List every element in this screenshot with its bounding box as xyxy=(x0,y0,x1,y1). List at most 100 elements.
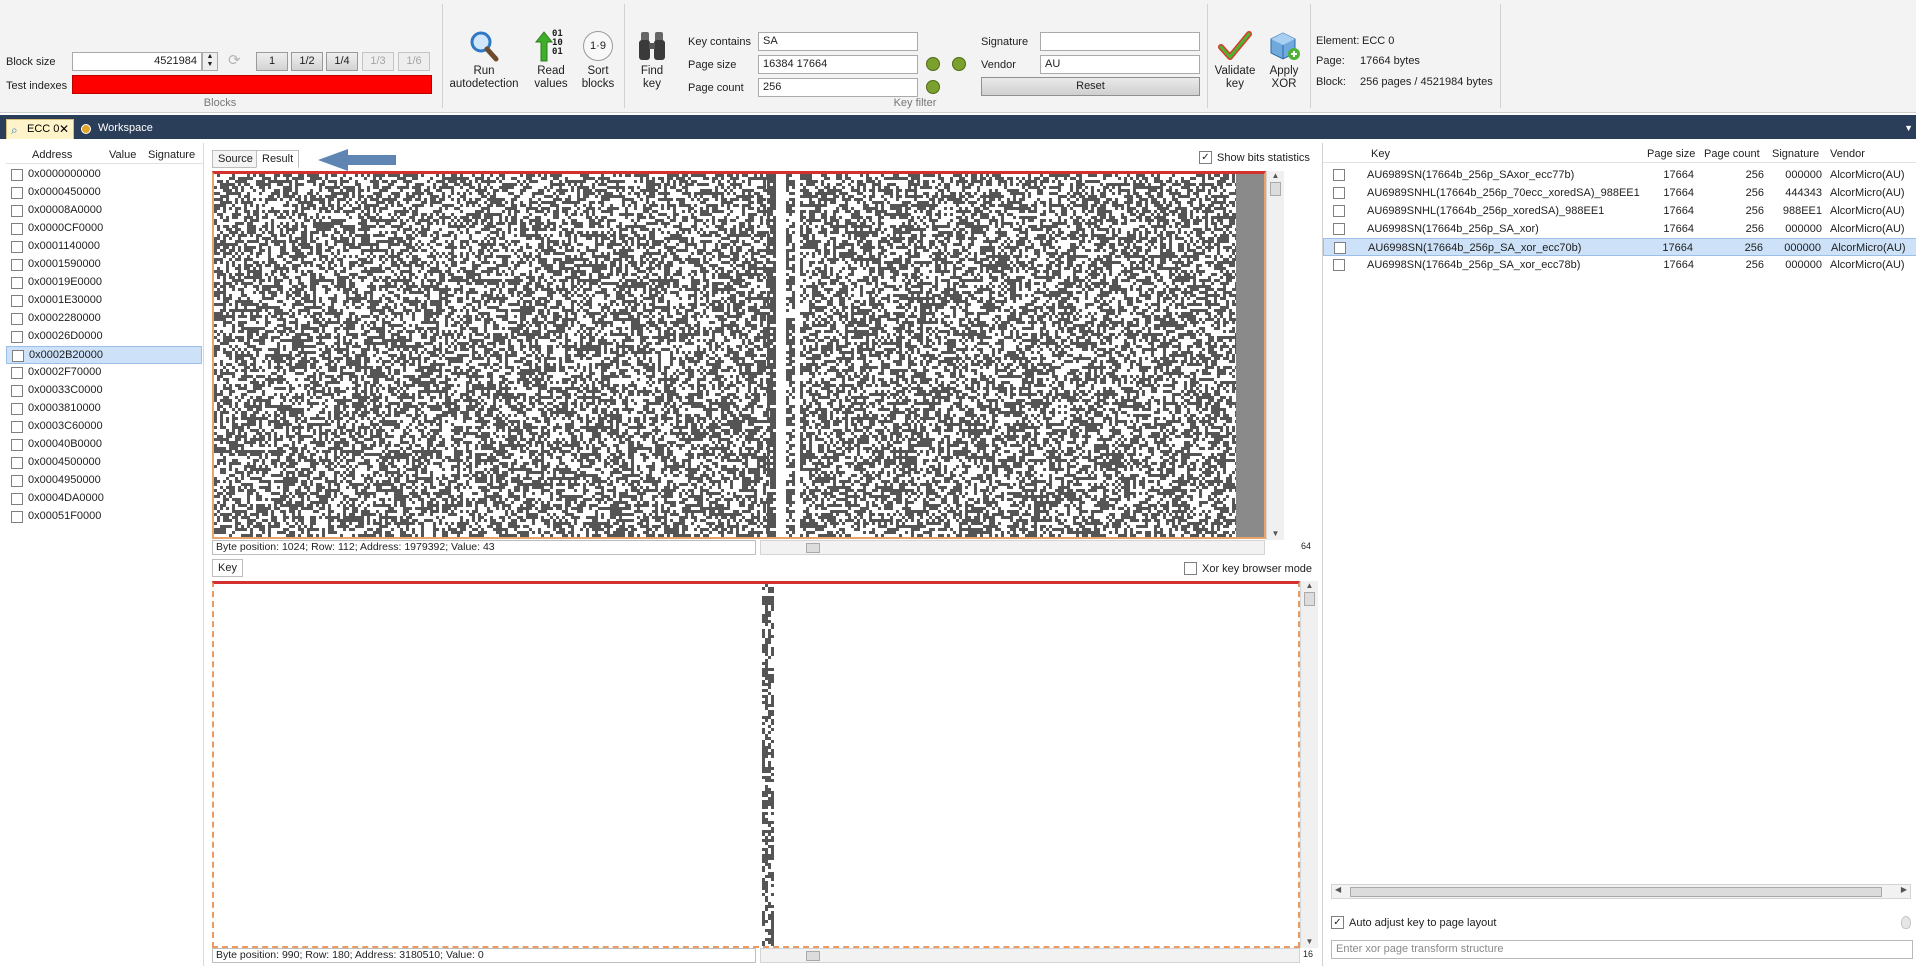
address-row[interactable]: 0x00026D0000 xyxy=(6,328,202,346)
scroll-up-icon[interactable]: ▲ xyxy=(1301,581,1318,590)
vendor-input[interactable]: AU xyxy=(1040,55,1200,74)
row-checkbox[interactable] xyxy=(11,457,23,469)
apply-xor-button[interactable]: Apply XOR xyxy=(1262,30,1306,91)
address-row[interactable]: 0x00051F0000 xyxy=(6,508,202,526)
tab-key[interactable]: Key xyxy=(212,559,243,577)
key-row[interactable]: AU6989SNHL(17664b_256p_xoredSA)_988EE1 17… xyxy=(1323,202,1916,220)
address-row[interactable]: 0x0000000000 xyxy=(6,166,202,184)
auto-adjust-checkbox[interactable]: ✓ xyxy=(1331,916,1344,929)
row-checkbox[interactable] xyxy=(11,169,23,181)
row-checkbox[interactable] xyxy=(1333,187,1345,199)
address-row[interactable]: 0x0002B20000 xyxy=(6,346,202,364)
xor-transform-input[interactable]: Enter xor page transform structure xyxy=(1331,940,1913,959)
scroll-up-icon[interactable]: ▲ xyxy=(1267,171,1284,180)
key-list-horizontal-scrollbar[interactable]: ◀ ▶ xyxy=(1331,884,1911,899)
block-size-input[interactable]: 4521984 xyxy=(72,52,202,71)
column-header-address[interactable]: Address xyxy=(32,149,72,161)
block-size-spinner[interactable]: ▲ ▼ xyxy=(202,52,218,71)
row-checkbox[interactable] xyxy=(1333,169,1345,181)
row-checkbox[interactable] xyxy=(11,493,23,505)
tab-result[interactable]: Result xyxy=(256,150,300,168)
address-row[interactable]: 0x0004500000 xyxy=(6,454,202,472)
row-checkbox[interactable] xyxy=(1333,259,1345,271)
step-button-sixth[interactable]: 1/6 xyxy=(398,52,430,71)
scroll-right-icon[interactable]: ▶ xyxy=(1901,885,1907,894)
row-checkbox[interactable] xyxy=(11,421,23,433)
find-key-button[interactable]: Find key xyxy=(630,30,674,91)
key-row[interactable]: AU6989SN(17664b_256p_SAxor_ecc77b) 17664 2… xyxy=(1323,166,1916,184)
page-count-input[interactable]: 256 xyxy=(758,78,918,97)
step-button-quarter[interactable]: 1/4 xyxy=(326,52,358,71)
address-row[interactable]: 0x00019E0000 xyxy=(6,274,202,292)
row-checkbox[interactable] xyxy=(1333,223,1345,235)
run-autodetection-button[interactable]: Run autodetection xyxy=(448,30,520,91)
result-vertical-scrollbar[interactable]: ▲ ▼ xyxy=(1266,171,1284,540)
row-checkbox[interactable] xyxy=(11,241,23,253)
show-bits-checkbox[interactable]: ✓ xyxy=(1199,151,1212,164)
row-checkbox[interactable] xyxy=(11,439,23,451)
tab-source[interactable]: Source xyxy=(212,150,259,168)
row-checkbox[interactable] xyxy=(11,313,23,325)
bug-icon[interactable] xyxy=(952,57,966,71)
row-checkbox[interactable] xyxy=(11,277,23,289)
address-row[interactable]: 0x00040B0000 xyxy=(6,436,202,454)
row-checkbox[interactable] xyxy=(11,205,23,217)
signature-input[interactable] xyxy=(1040,32,1200,51)
row-checkbox[interactable] xyxy=(12,350,24,362)
scroll-left-icon[interactable]: ◀ xyxy=(1335,885,1341,894)
address-row[interactable]: 0x0003C60000 xyxy=(6,418,202,436)
address-row[interactable]: 0x0004950000 xyxy=(6,472,202,490)
address-row[interactable]: 0x0004DA0000 xyxy=(6,490,202,508)
address-row[interactable]: 0x0000CF0000 xyxy=(6,220,202,238)
refresh-icon[interactable]: ⟳ xyxy=(228,53,244,69)
validate-key-button[interactable]: Validate key xyxy=(1210,30,1260,91)
row-checkbox[interactable] xyxy=(1334,242,1346,254)
row-checkbox[interactable] xyxy=(11,475,23,487)
dropdown-arrow-icon[interactable]: ▼ xyxy=(1904,123,1913,133)
step-button-1[interactable]: 1 xyxy=(256,52,288,71)
step-button-half[interactable]: 1/2 xyxy=(291,52,323,71)
row-checkbox[interactable] xyxy=(11,511,23,523)
row-checkbox[interactable] xyxy=(1333,205,1345,217)
result-horizontal-scrollbar[interactable] xyxy=(760,540,1265,555)
result-bitmap-view[interactable] xyxy=(212,171,1266,539)
key-vertical-scrollbar[interactable]: ▲ ▼ xyxy=(1300,581,1318,948)
test-indexes-bar[interactable] xyxy=(72,75,432,94)
tab-ecc0[interactable]: ⌕ ECC 0 ✕ xyxy=(6,119,74,139)
row-checkbox[interactable] xyxy=(11,385,23,397)
key-contains-input[interactable]: SA xyxy=(758,32,918,51)
address-row[interactable]: 0x0002F70000 xyxy=(6,364,202,382)
key-row[interactable]: AU6998SN(17664b_256p_SA_xor_ecc70b) 17664… xyxy=(1323,238,1916,256)
row-checkbox[interactable] xyxy=(11,331,23,343)
step-button-third[interactable]: 1/3 xyxy=(362,52,394,71)
read-values-button[interactable]: 01 10 01 Read values xyxy=(530,30,572,91)
row-checkbox[interactable] xyxy=(11,259,23,271)
scroll-down-icon[interactable]: ▼ xyxy=(1301,937,1318,946)
address-row[interactable]: 0x00008A0000 xyxy=(6,202,202,220)
key-row[interactable]: AU6998SN(17664b_256p_SA_xor_ecc78b) 17664… xyxy=(1323,256,1916,274)
key-bitmap-view[interactable] xyxy=(212,581,1300,948)
close-icon[interactable]: ✕ xyxy=(59,120,69,138)
reset-button[interactable]: Reset xyxy=(981,77,1200,96)
address-row[interactable]: 0x0002280000 xyxy=(6,310,202,328)
row-checkbox[interactable] xyxy=(11,223,23,235)
address-row[interactable]: 0x0000450000 xyxy=(6,184,202,202)
column-header-key[interactable]: Key xyxy=(1371,148,1390,160)
column-header-vendor[interactable]: Vendor xyxy=(1830,148,1865,160)
page-size-input[interactable]: 16384 17664 xyxy=(758,55,918,74)
bug-icon[interactable] xyxy=(926,80,940,94)
key-row[interactable]: AU6998SN(17664b_256p_SA_xor) 17664 256 0000… xyxy=(1323,220,1916,238)
column-header-page-size[interactable]: Page size xyxy=(1647,148,1695,160)
key-horizontal-scrollbar[interactable] xyxy=(760,948,1300,963)
address-row[interactable]: 0x0001E30000 xyxy=(6,292,202,310)
row-checkbox[interactable] xyxy=(11,403,23,415)
key-row[interactable]: AU6989SNHL(17664b_256p_70ecc_xoredSA)_98… xyxy=(1323,184,1916,202)
address-row[interactable]: 0x0001140000 xyxy=(6,238,202,256)
column-header-signature[interactable]: Signature xyxy=(148,149,195,161)
row-checkbox[interactable] xyxy=(11,295,23,307)
column-header-page-count[interactable]: Page count xyxy=(1704,148,1760,160)
row-checkbox[interactable] xyxy=(11,367,23,379)
column-header-signature[interactable]: Signature xyxy=(1772,148,1819,160)
column-header-value[interactable]: Value xyxy=(109,149,136,161)
tab-workspace[interactable]: Workspace xyxy=(78,119,157,139)
